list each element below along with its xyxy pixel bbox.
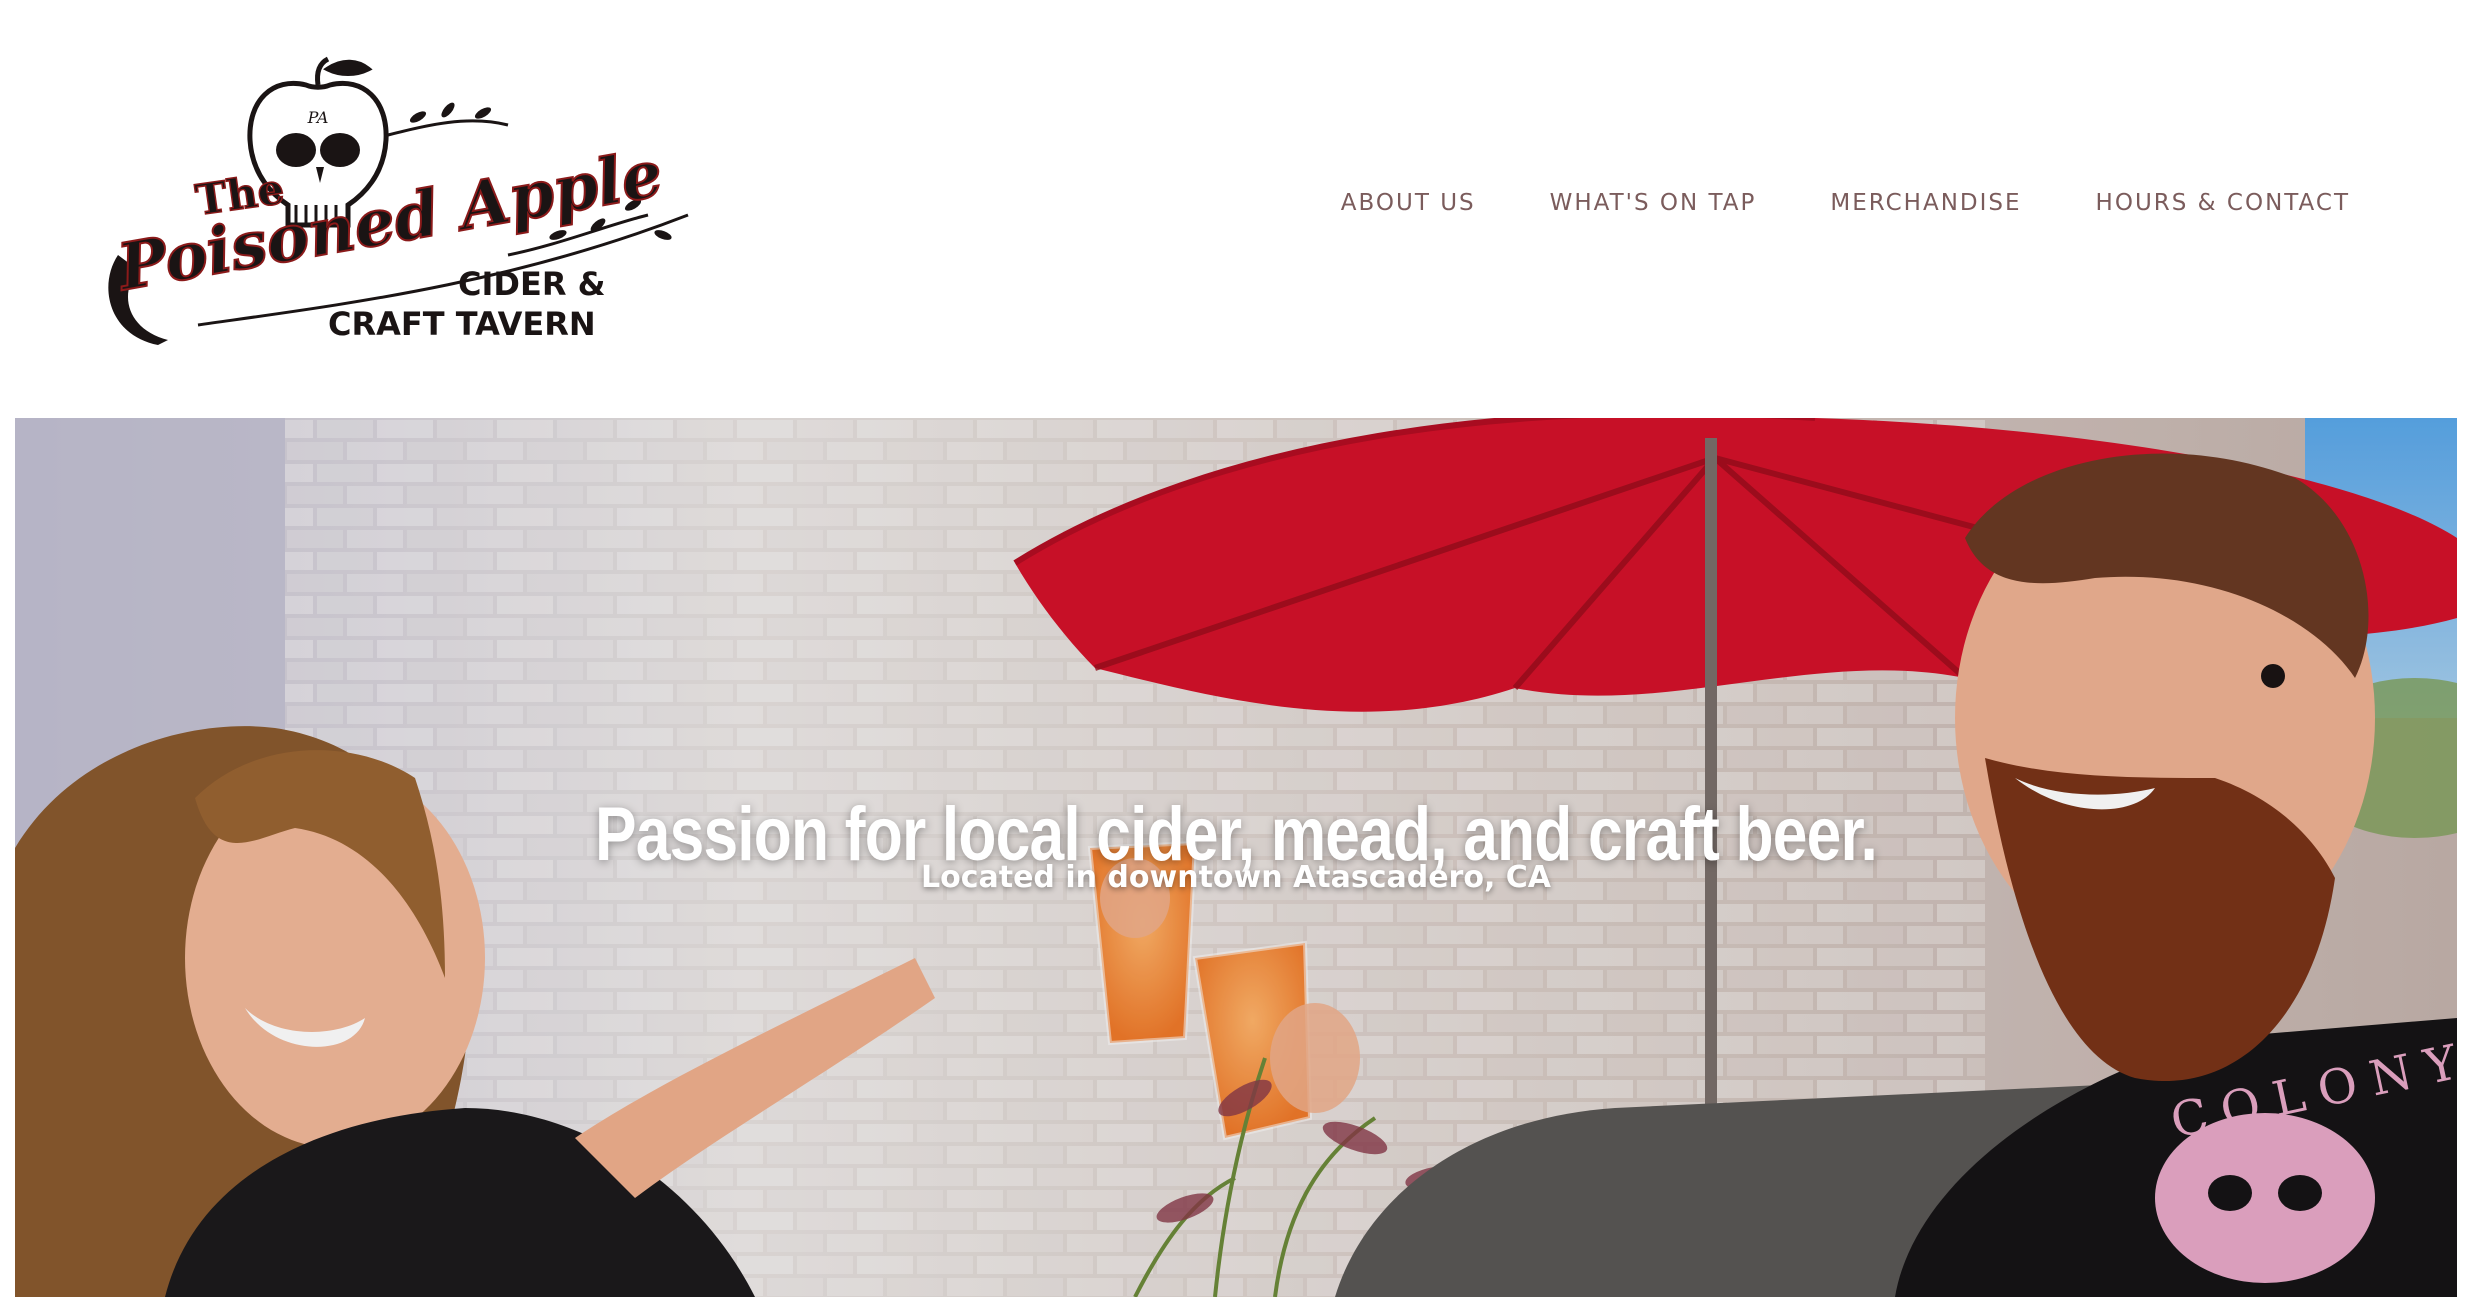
logo-monogram: PA [307,108,329,127]
site-header: PA The Poisoned Apple CIDER & CRAFT TAVE… [0,0,2478,418]
brand-logo[interactable]: PA The Poisoned Apple CIDER & CRAFT TAVE… [88,55,703,355]
logo-line-tavern: CRAFT TAVERN [328,305,596,343]
hero-subtitle: Located in downtown Atascadero, CA [920,860,1552,895]
logo-line-cider: CIDER & [458,265,606,303]
nav-whats-on-tap[interactable]: WHAT'S ON TAP [1476,190,1757,216]
poisoned-apple-logo-icon: PA The Poisoned Apple CIDER & CRAFT TAVE… [108,56,689,345]
nav-about-us[interactable]: ABOUT US [1267,190,1476,216]
nav-merchandise[interactable]: MERCHANDISE [1756,190,2021,216]
nav-hours-contact[interactable]: HOURS & CONTACT [2022,190,2350,216]
hero-banner: COLONY Passion for local cider, mead, an… [15,418,2457,1297]
main-nav: ABOUT US WHAT'S ON TAP MERCHANDISE HOURS… [1267,190,2350,216]
